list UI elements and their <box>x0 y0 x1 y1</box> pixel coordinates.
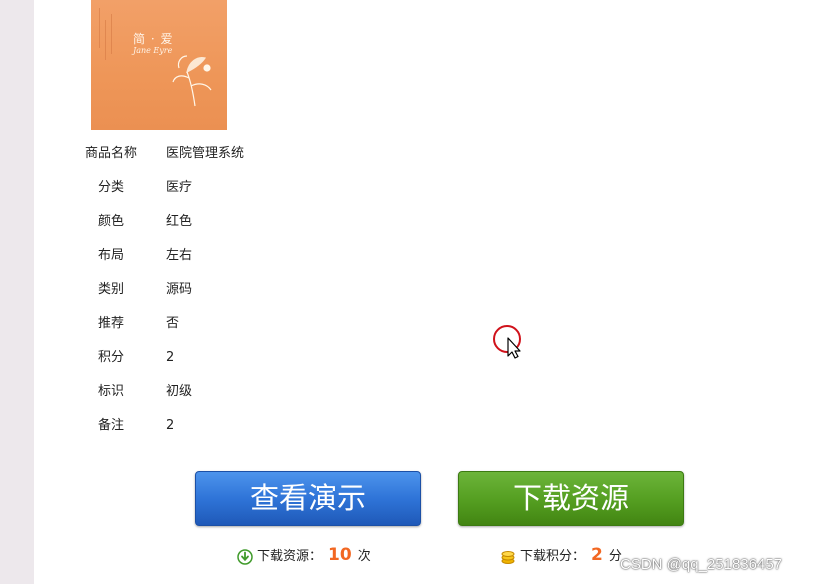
download-points-label: 下载积分： <box>520 549 586 564</box>
download-count-label: 下载资源： <box>257 549 323 564</box>
attribute-row-type: 类别 源码 <box>80 280 280 300</box>
attribute-row-points: 积分 2 <box>80 348 280 368</box>
cover-flower-illustration <box>172 55 212 107</box>
attribute-label: 标识 <box>97 384 124 399</box>
left-gutter <box>0 0 34 584</box>
attribute-row-remark: 备注 2 <box>80 416 280 436</box>
download-count-stat: 下载资源： 10 次 <box>237 544 371 566</box>
product-image: 简 · 爱 Jane Eyre <box>91 0 227 130</box>
attribute-value: 红色 <box>166 214 193 229</box>
download-points-value: 2 <box>591 545 603 565</box>
cover-title: 简 · 爱 <box>133 32 174 46</box>
download-arrow-icon <box>237 548 253 565</box>
download-points-stat: 下载积分： 2 分 <box>500 544 622 566</box>
download-count-value: 10 <box>328 545 352 565</box>
attribute-row-category: 分类 医疗 <box>80 178 280 198</box>
download-count-unit: 次 <box>357 549 371 564</box>
mouse-pointer-icon <box>493 325 521 359</box>
attribute-value: 医疗 <box>166 180 193 195</box>
attribute-row-layout: 布局 左右 <box>80 246 280 266</box>
attribute-label: 积分 <box>97 350 124 365</box>
attribute-value: 源码 <box>166 282 193 297</box>
attribute-label: 颜色 <box>97 214 124 229</box>
attribute-label: 商品名称 <box>84 146 137 161</box>
view-demo-button[interactable]: 查看演示 <box>195 471 421 526</box>
attribute-row-name: 商品名称 医院管理系统 <box>80 144 280 164</box>
attribute-label: 推荐 <box>97 316 124 331</box>
attribute-value: 否 <box>166 316 180 331</box>
attribute-value: 左右 <box>166 248 193 263</box>
cover-decoration-line <box>105 20 106 60</box>
attribute-label: 备注 <box>97 418 124 433</box>
attribute-label: 布局 <box>97 248 124 263</box>
attribute-label: 分类 <box>97 180 124 195</box>
attribute-row-recommended: 推荐 否 <box>80 314 280 334</box>
attribute-value: 2 <box>166 350 175 365</box>
attribute-value: 2 <box>166 418 175 433</box>
cover-decoration-line <box>99 8 100 48</box>
attribute-value: 医院管理系统 <box>166 146 245 161</box>
attribute-row-level: 标识 初级 <box>80 382 280 402</box>
attribute-label: 类别 <box>97 282 124 297</box>
attribute-value: 初级 <box>166 384 193 399</box>
cover-decoration-line <box>111 14 112 54</box>
csdn-watermark: CSDN @qq_251836457 <box>620 556 783 573</box>
coin-stack-icon <box>501 550 515 564</box>
download-resource-button[interactable]: 下载资源 <box>458 471 684 526</box>
attribute-row-color: 颜色 红色 <box>80 212 280 232</box>
